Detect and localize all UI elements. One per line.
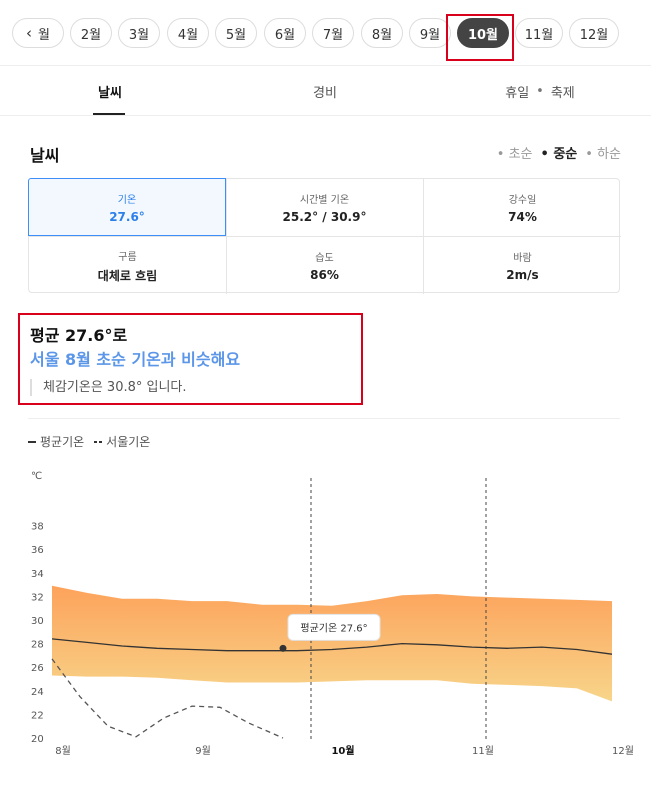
y-tick-label: 32 (31, 592, 44, 603)
tab-label: 날씨 (98, 85, 122, 101)
stat-hourly-temp[interactable]: 시간별 기온 25.2° / 30.9° (226, 179, 423, 236)
period-late[interactable]: • 하순 (585, 143, 621, 162)
summary-highlight (18, 313, 363, 405)
current-point-marker[interactable] (279, 644, 287, 652)
month-label: 8월 (371, 27, 393, 43)
month-chip-9[interactable]: 9월 (409, 18, 451, 48)
legend-dash-swatch (94, 440, 103, 443)
month-label: 3월 (128, 27, 150, 43)
stat-humidity[interactable]: 습도 86% (226, 237, 423, 294)
month-chip-2[interactable]: 2월 (70, 18, 112, 48)
legend-avg: 평균기온 (28, 433, 84, 450)
month-chip-1[interactable]: ‹ 월 (12, 18, 64, 48)
x-tick-label: 12월 (612, 745, 634, 757)
x-tick-label: 11월 (472, 745, 494, 757)
month-chip-5[interactable]: 5월 (215, 18, 257, 48)
tab-label: 경비 (313, 85, 337, 101)
month-chip-6[interactable]: 6월 (264, 18, 306, 48)
weather-stats-grid: 기온 27.6° 시간별 기온 25.2° / 30.9° 강수일 74% 구름… (28, 178, 621, 294)
month-label: 2월 (80, 27, 102, 43)
stat-label: 습도 (315, 253, 334, 264)
stat-value: 2m/s (506, 268, 539, 282)
y-tick-label: 28 (31, 640, 44, 651)
section-divider (28, 418, 620, 419)
stat-rain-days[interactable]: 강수일 74% (424, 179, 621, 236)
period-early[interactable]: • 초순 (497, 143, 533, 162)
y-tick-label: 20 (31, 734, 44, 745)
y-axis-unit: ℃ (31, 471, 42, 482)
y-tick-label: 38 (31, 522, 44, 533)
stat-value: 27.6° (109, 209, 145, 224)
period-mid[interactable]: • 중순 (541, 143, 578, 162)
month-label: 7월 (322, 27, 344, 43)
month-label: 4월 (177, 27, 199, 43)
chevron-left-icon[interactable]: ‹ (26, 24, 32, 42)
y-tick-label: 26 (31, 663, 44, 674)
y-tick-label: 36 (31, 545, 44, 556)
temperature-chart: ℃ 20 22 24 26 28 30 32 34 36 38 8월 9월 10월 11월 12월 평균기온… (31, 471, 634, 757)
month-chip-12[interactable]: 12월 (569, 18, 619, 48)
stat-label: 기온 (117, 194, 137, 206)
month-label: 12월 (579, 27, 609, 43)
stat-cloud[interactable]: 구름 대체로 흐림 (29, 237, 226, 294)
stat-label: 바람 (513, 253, 532, 264)
separator-dot: • (536, 83, 544, 99)
month-chip-8[interactable]: 8월 (361, 18, 403, 48)
y-tick-label: 24 (31, 687, 44, 698)
month-chip-7[interactable]: 7월 (312, 18, 354, 48)
month-chip-4[interactable]: 4월 (167, 18, 209, 48)
x-tick-label: 8월 (55, 745, 71, 757)
legend-seoul: 서울기온 (94, 433, 150, 450)
chart-legend: 평균기온 서울기온 (28, 433, 150, 450)
stat-value: 25.2° / 30.9° (282, 210, 367, 224)
stat-value: 대체로 흐림 (97, 268, 158, 283)
temperature-range-band (52, 585, 612, 702)
tab-holiday-festival[interactable]: 휴일 • 축제 (480, 66, 600, 116)
y-tick-label: 22 (31, 710, 44, 721)
month-label: 9월 (419, 27, 441, 43)
month-chip-3[interactable]: 3월 (118, 18, 160, 48)
section-title: 날씨 (30, 146, 60, 165)
active-tab-indicator (93, 113, 125, 115)
y-tick-label: 34 (31, 569, 44, 580)
stat-value: 86% (310, 268, 339, 282)
period-label: 중순 (553, 147, 578, 162)
month-label: 월 (38, 27, 50, 43)
tab-label: 휴일 (505, 85, 530, 101)
legend-label: 평균기온 (40, 435, 85, 449)
grid-divider (29, 236, 621, 237)
tab-weather[interactable]: 날씨 (60, 66, 160, 116)
legend-solid-swatch (28, 440, 36, 443)
legend-label: 서울기온 (106, 435, 151, 449)
stat-value: 74% (508, 210, 537, 224)
stat-label: 구름 (118, 251, 137, 263)
tab-label: 축제 (550, 85, 575, 101)
period-label: 하순 (597, 147, 621, 162)
period-label: 초순 (508, 147, 533, 162)
x-tick-label: 10월 (331, 745, 354, 757)
month-label: 11월 (524, 27, 554, 43)
period-selector: • 초순 • 중순 • 하순 (497, 143, 621, 162)
y-tick-label: 30 (31, 616, 44, 627)
x-tick-label: 9월 (195, 745, 211, 757)
selected-month-highlight (446, 14, 514, 61)
tab-bar: 날씨 경비 휴일 • 축제 (0, 66, 651, 116)
month-label: 5월 (225, 27, 247, 43)
month-chip-11[interactable]: 11월 (515, 18, 563, 48)
stat-label: 강수일 (508, 195, 537, 206)
stat-label: 시간별 기온 (299, 195, 350, 206)
tooltip-label: 평균기온 27.6° (300, 622, 367, 634)
stat-wind[interactable]: 바람 2m/s (424, 237, 621, 294)
month-label: 6월 (274, 27, 296, 43)
month-selector: ‹ 월 2월 3월 4월 5월 6월 7월 8월 9월 10월 11월 12월 (0, 0, 651, 66)
stat-temp[interactable]: 기온 27.6° (28, 178, 226, 236)
tab-cost[interactable]: 경비 (275, 66, 375, 116)
